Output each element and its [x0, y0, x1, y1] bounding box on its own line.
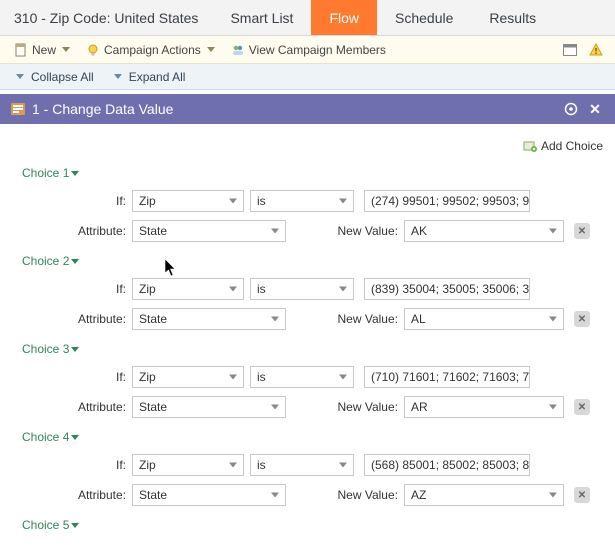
choice-toggle[interactable]: Choice 4 [22, 430, 603, 444]
attribute-label: Attribute: [12, 400, 132, 414]
data-value-icon [10, 101, 26, 117]
new-value-label: New Value: [334, 224, 404, 238]
caret-down-icon [207, 47, 215, 52]
choice-toggle[interactable]: Choice 2 [22, 254, 603, 268]
if-value-input[interactable]: (710) 71601; 71602; 71603; 716 [364, 366, 530, 388]
choice-name: Choice 4 [22, 430, 69, 444]
if-value-input[interactable]: (568) 85001; 85002; 85003; 850 [364, 454, 530, 476]
choice-toggle[interactable]: Choice 1 [22, 166, 603, 180]
step-settings-button[interactable] [561, 99, 581, 119]
caret-down-icon [114, 74, 122, 79]
choice-block: Choice 5 [12, 518, 603, 532]
new-value-select[interactable]: AK [404, 220, 564, 242]
new-value-label: New Value: [334, 400, 404, 414]
main-tab-bar: 310 - Zip Code: United States Smart List… [0, 0, 615, 36]
tab-flow[interactable]: Flow [311, 0, 377, 35]
view-campaign-members[interactable]: View Campaign Members [223, 36, 394, 63]
campaign-title: 310 - Zip Code: United States [0, 0, 212, 35]
choice-block: Choice 2 If: Zip is (839) 35004; 35005; … [12, 254, 603, 332]
new-value-select[interactable]: AL [404, 308, 564, 330]
caret-down-icon [62, 47, 70, 52]
choice-name: Choice 1 [22, 166, 69, 180]
toolbar: New Campaign Actions View Campaign Membe… [0, 36, 615, 64]
caret-down-icon [71, 523, 79, 528]
if-value-input[interactable]: (839) 35004; 35005; 35006; 350 [364, 278, 530, 300]
attribute-label: Attribute: [12, 488, 132, 502]
new-label: New [32, 43, 56, 57]
choice-block: Choice 3 If: Zip is (710) 71601; 71602; … [12, 342, 603, 420]
add-choice-button[interactable]: Add Choice [523, 139, 603, 153]
if-field-select[interactable]: Zip [132, 190, 244, 212]
lightbulb-icon [86, 43, 100, 57]
if-value-input[interactable]: (274) 99501; 99502; 99503; 995 [364, 190, 530, 212]
view-members-label: View Campaign Members [249, 43, 386, 57]
if-operator-select[interactable]: is [250, 278, 354, 300]
window-icon-button[interactable] [561, 41, 579, 59]
attribute-label: Attribute: [12, 224, 132, 238]
choice-toggle[interactable]: Choice 5 [22, 518, 603, 532]
step-title: 1 - Change Data Value [32, 101, 173, 117]
expand-all-button[interactable]: Expand All [104, 64, 196, 89]
collapse-all-button[interactable]: Collapse All [6, 64, 104, 89]
add-choice-label: Add Choice [541, 139, 603, 153]
document-icon [14, 43, 28, 57]
campaign-actions-label: Campaign Actions [104, 43, 201, 57]
choice-name: Choice 2 [22, 254, 69, 268]
choice-name: Choice 3 [22, 342, 69, 356]
if-label: If: [12, 194, 132, 208]
caret-down-icon [71, 171, 79, 176]
attribute-select[interactable]: State [132, 396, 286, 418]
choice-block: Choice 1 If: Zip is (274) 99501; 99502; … [12, 166, 603, 244]
attribute-label: Attribute: [12, 312, 132, 326]
if-operator-select[interactable]: is [250, 190, 354, 212]
if-operator-select[interactable]: is [250, 366, 354, 388]
alert-icon [589, 43, 603, 57]
caret-down-icon [71, 259, 79, 264]
tab-smart-list[interactable]: Smart List [212, 0, 311, 35]
new-value-label: New Value: [334, 312, 404, 326]
if-field-select[interactable]: Zip [132, 278, 244, 300]
collapse-all-label: Collapse All [31, 70, 94, 84]
if-field-select[interactable]: Zip [132, 366, 244, 388]
caret-down-icon [71, 347, 79, 352]
if-field-select[interactable]: Zip [132, 454, 244, 476]
if-operator-select[interactable]: is [250, 454, 354, 476]
caret-down-icon [71, 435, 79, 440]
window-icon [563, 44, 577, 56]
choice-name: Choice 5 [22, 518, 69, 532]
new-menu[interactable]: New [6, 36, 78, 63]
flow-step-header[interactable]: 1 - Change Data Value ✕ [0, 94, 615, 124]
delete-choice-button[interactable]: ✕ [574, 399, 590, 415]
tab-schedule[interactable]: Schedule [377, 0, 471, 35]
attribute-select[interactable]: State [132, 484, 286, 506]
add-choice-icon [523, 139, 537, 153]
new-value-select[interactable]: AZ [404, 484, 564, 506]
attribute-select[interactable]: State [132, 220, 286, 242]
step-close-button[interactable]: ✕ [585, 99, 605, 119]
gear-icon [564, 102, 578, 116]
choice-toggle[interactable]: Choice 3 [22, 342, 603, 356]
people-icon [231, 43, 245, 57]
campaign-actions-menu[interactable]: Campaign Actions [78, 36, 223, 63]
tab-results[interactable]: Results [471, 0, 554, 35]
new-value-label: New Value: [334, 488, 404, 502]
step-panel: Add Choice Choice 1 If: Zip is (274) 995… [0, 124, 615, 550]
if-label: If: [12, 370, 132, 384]
if-label: If: [12, 458, 132, 472]
expand-all-label: Expand All [129, 70, 186, 84]
caret-down-icon [16, 74, 24, 79]
action-bar: Collapse All Expand All [0, 64, 615, 90]
alert-icon-button[interactable] [587, 41, 605, 59]
attribute-select[interactable]: State [132, 308, 286, 330]
delete-choice-button[interactable]: ✕ [574, 223, 590, 239]
delete-choice-button[interactable]: ✕ [574, 487, 590, 503]
if-label: If: [12, 282, 132, 296]
choice-block: Choice 4 If: Zip is (568) 85001; 85002; … [12, 430, 603, 508]
delete-choice-button[interactable]: ✕ [574, 311, 590, 327]
new-value-select[interactable]: AR [404, 396, 564, 418]
